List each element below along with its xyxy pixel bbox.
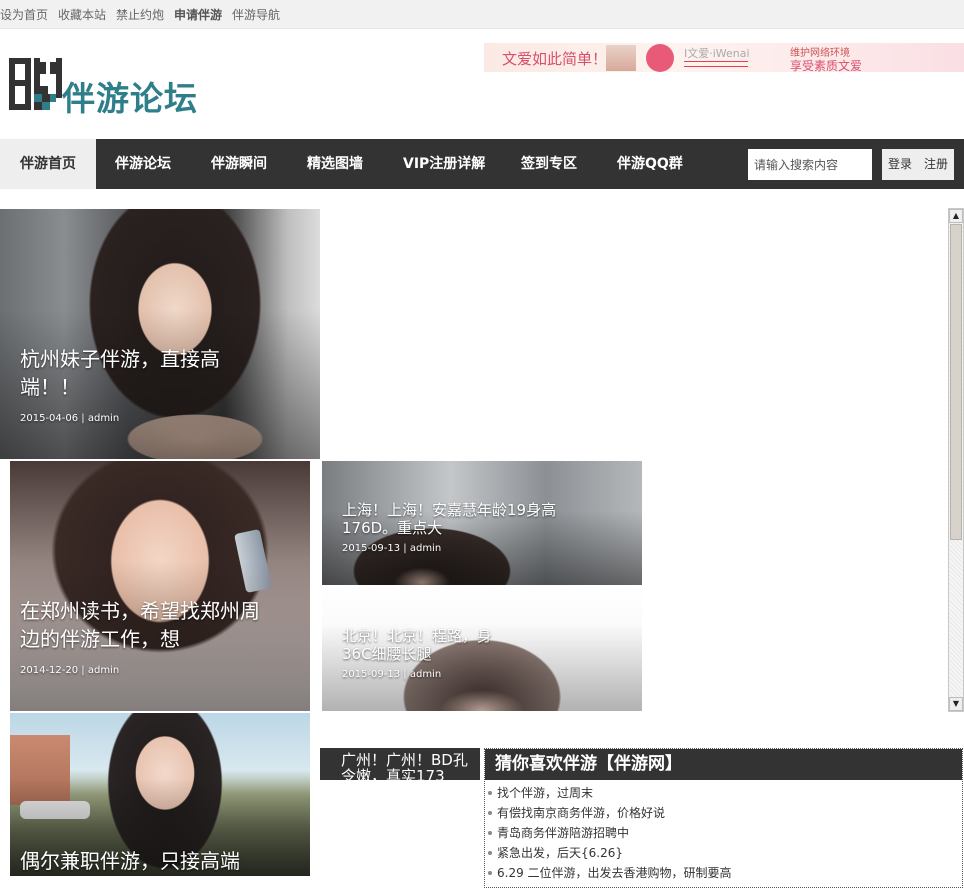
search-input[interactable] (748, 149, 872, 180)
post-meta: 2014-12-20 | admin (20, 665, 120, 676)
nav-item-checkin[interactable]: 签到专区 (521, 139, 577, 189)
list-item[interactable]: 6.29 二位伴游，出发去香港购物，研制要高 (485, 863, 732, 883)
post-title[interactable]: 偶尔兼职伴游，只接高端 (20, 847, 280, 875)
scrollbar[interactable]: ▲ ▼ (948, 208, 964, 712)
scroll-thumb[interactable] (950, 224, 962, 540)
banner-brand-underline (684, 61, 748, 67)
banner-brand-badge (646, 44, 674, 72)
nav-item-qq-group[interactable]: 伴游QQ群 (617, 139, 683, 189)
post-meta: 2015-04-06 | admin (20, 413, 120, 424)
nav-item-moments[interactable]: 伴游瞬间 (211, 139, 267, 189)
top-utility-bar: 设为首页 收藏本站 禁止约炮 申请伴游 伴游导航 (0, 0, 964, 29)
post-card[interactable]: 在郑州读书，希望找郑州周边的伴游工作，想 2014-12-20 | admin (10, 461, 310, 711)
recommend-list: 找个伴游，过周末 有偿找南京商务伴游，价格好说 青岛商务伴游陪游招聘中 紧急出发… (485, 783, 732, 883)
recommend-widget: 猜你喜欢伴游【伴游网】 找个伴游，过周末 有偿找南京商务伴游，价格好说 青岛商务… (484, 748, 963, 888)
banner-slogan: 文爱如此简单！ (502, 50, 608, 68)
post-title[interactable]: 在郑州读书，希望找郑州周边的伴游工作，想 (20, 597, 270, 653)
logo-mark-icon (9, 58, 62, 110)
post-title[interactable]: 上海！上海！安嘉慧年龄19身高176D。重点大 (342, 501, 582, 537)
scroll-down-button[interactable]: ▼ (949, 697, 963, 711)
nav-item-forum[interactable]: 伴游论坛 (115, 139, 171, 189)
banner-ad[interactable]: 文爱如此简单！ I文爱·iWenai 维护网络环境 享受素质文爱 (484, 43, 964, 72)
list-item[interactable]: 紧急出发，后天{6.26} (485, 843, 732, 863)
banner-figure (606, 45, 636, 71)
nav-item-gallery[interactable]: 精选图墙 (307, 139, 363, 189)
post-meta: 2015-09-13 | admin (342, 543, 442, 554)
register-button[interactable]: 注册 (924, 149, 948, 180)
set-homepage-link[interactable]: 设为首页 (0, 6, 48, 23)
nav-item-vip[interactable]: VIP注册详解 (403, 139, 485, 189)
post-meta: 2015-09-13 | admin (342, 669, 442, 680)
bookmark-site-link[interactable]: 收藏本站 (58, 6, 106, 23)
widget-title: 猜你喜欢伴游【伴游网】 (485, 749, 962, 780)
apply-companion-link[interactable]: 申请伴游 (174, 6, 222, 23)
policy-link[interactable]: 禁止约炮 (116, 6, 164, 23)
post-title-strip[interactable]: 广州！广州！BD孔令嫩，真实173 (320, 748, 480, 780)
nav-item-home[interactable]: 伴游首页 (0, 139, 96, 189)
site-logo-text[interactable]: 伴游论坛 (62, 72, 198, 120)
post-title[interactable]: 杭州妹子伴游，直接高端！！ (20, 345, 260, 401)
post-title[interactable]: 广州！广州！BD孔令嫩，真实173 (341, 752, 480, 780)
login-button[interactable]: 登录 (888, 149, 912, 180)
post-title[interactable]: 北京！北京！程路，身36C细腰长腿 (342, 627, 512, 663)
banner-tag-bottom: 享受素质文爱 (790, 59, 863, 72)
list-item[interactable]: 青岛商务伴游陪游招聘中 (485, 823, 732, 843)
post-card[interactable]: 上海！上海！安嘉慧年龄19身高176D。重点大 2015-09-13 | adm… (322, 461, 642, 585)
post-card[interactable]: 北京！北京！程路，身36C细腰长腿 2015-09-13 | admin (322, 587, 642, 711)
companion-nav-link[interactable]: 伴游导航 (232, 6, 280, 23)
post-card[interactable]: 偶尔兼职伴游，只接高端 (10, 713, 310, 876)
scroll-up-button[interactable]: ▲ (949, 209, 963, 223)
post-card[interactable]: 杭州妹子伴游，直接高端！！ 2015-04-06 | admin (0, 209, 320, 459)
list-item[interactable]: 找个伴游，过周末 (485, 783, 732, 803)
list-item[interactable]: 有偿找南京商务伴游，价格好说 (485, 803, 732, 823)
auth-box: 登录 注册 (882, 149, 954, 180)
banner-brand: I文爱·iWenai (684, 47, 750, 60)
